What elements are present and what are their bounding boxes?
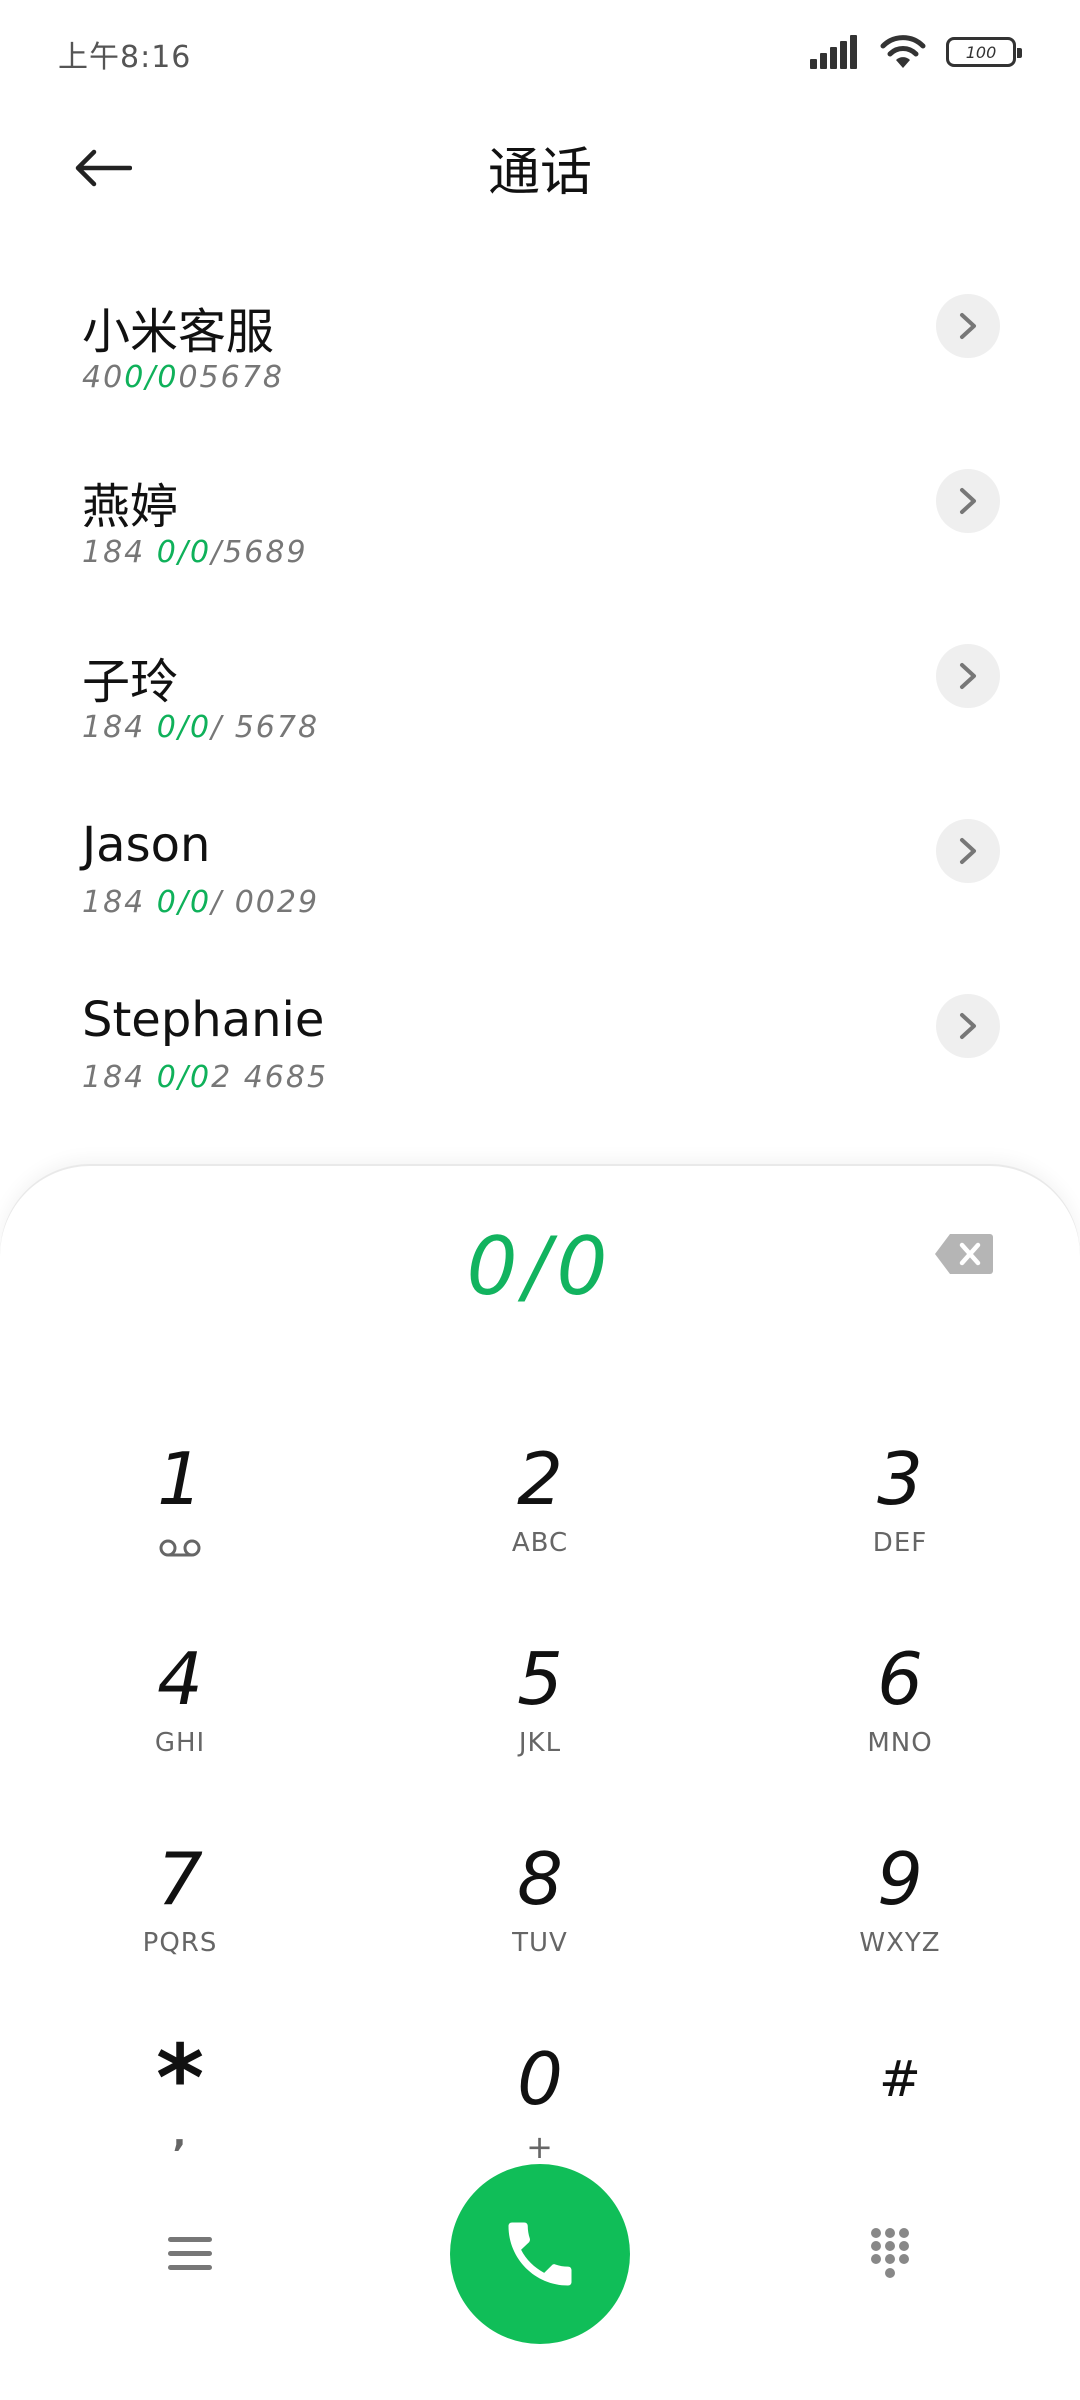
menu-icon <box>168 2237 212 2270</box>
number-match: 0/0 <box>156 535 212 570</box>
key-2[interactable]: 2 ABC <box>390 1436 690 1606</box>
chevron-right-icon <box>960 313 976 339</box>
wifi-icon <box>880 35 926 68</box>
key-digit: 0 <box>517 2037 563 2121</box>
chevron-right-icon <box>960 488 976 514</box>
contact-row[interactable]: Jason 184 0/0/ 0029 <box>0 787 1080 962</box>
page-title: 通话 <box>487 143 592 203</box>
number-match: 0/0 <box>156 1060 212 1095</box>
contact-name: 小米客服 <box>82 304 275 360</box>
contact-number: 184 0/0/ 0029 <box>82 885 320 920</box>
key-letters: , <box>172 2114 188 2155</box>
key-letters <box>750 2128 1050 2160</box>
dialer-screen: 上午8:16 100 通话 小米客服 400/005678 燕婷 184 0/0… <box>0 0 1080 2400</box>
signal-icon <box>810 35 857 69</box>
entered-number[interactable]: 0/0 <box>0 1220 1080 1313</box>
key-digit: 3 <box>877 1437 923 1521</box>
contact-details-button[interactable] <box>936 469 1000 533</box>
backspace-button[interactable] <box>934 1232 994 1276</box>
contact-details-button[interactable] <box>936 644 1000 708</box>
key-digit: 7 <box>157 1837 203 1921</box>
key-9[interactable]: 9 WXYZ <box>750 1836 1050 2006</box>
contact-number: 184 0/0/ 5678 <box>82 710 320 745</box>
key-letters: JKL <box>518 1728 562 1758</box>
key-4[interactable]: 4 GHI <box>30 1636 330 1806</box>
key-digit: 6 <box>877 1637 923 1721</box>
key-8[interactable]: 8 TUV <box>390 1836 690 2006</box>
contact-name: Stephanie <box>82 992 325 1048</box>
key-letters: GHI <box>154 1728 206 1758</box>
dialpad-toggle-button[interactable] <box>860 2224 920 2284</box>
key-6[interactable]: 6 MNO <box>750 1636 1050 1806</box>
key-letters: MNO <box>867 1728 933 1758</box>
voicemail-icon <box>159 1539 201 1557</box>
number-match: 0/0 <box>156 710 212 745</box>
key-1[interactable]: 1 <box>30 1436 330 1606</box>
menu-button[interactable] <box>160 2224 220 2284</box>
key-digit: 9 <box>877 1837 923 1921</box>
status-bar: 上午8:16 100 <box>0 0 1080 100</box>
key-letters: TUV <box>512 1928 568 1958</box>
key-letters <box>30 1528 330 1560</box>
key-letters: ABC <box>511 1528 569 1558</box>
key-digit: 4 <box>157 1637 203 1721</box>
key-letters: WXYZ <box>859 1928 941 1958</box>
call-button[interactable] <box>450 2164 630 2344</box>
bottom-actions <box>0 2164 1080 2344</box>
contact-number: 184 0/02 4685 <box>82 1060 329 1095</box>
contact-row[interactable]: 燕婷 184 0/0/5689 <box>0 437 1080 612</box>
key-digit: 1 <box>157 1437 203 1521</box>
key-letters: DEF <box>872 1528 928 1558</box>
chevron-right-icon <box>960 1013 976 1039</box>
contact-row[interactable]: 小米客服 400/005678 <box>0 262 1080 437</box>
number-match: 0/0 <box>156 885 212 920</box>
contact-details-button[interactable] <box>936 294 1000 358</box>
key-digit: 2 <box>517 1437 563 1521</box>
contact-row[interactable]: Stephanie 184 0/02 4685 <box>0 962 1080 1137</box>
contact-details-button[interactable] <box>936 994 1000 1058</box>
contact-name: 子玲 <box>82 654 179 710</box>
key-digit: 8 <box>517 1837 563 1921</box>
key-7[interactable]: 7 PQRS <box>30 1836 330 2006</box>
contact-number: 400/005678 <box>82 360 284 395</box>
dialpad-icon <box>871 2228 909 2278</box>
key-3[interactable]: 3 DEF <box>750 1436 1050 1606</box>
contact-row[interactable]: 子玲 184 0/0/ 5678 <box>0 612 1080 787</box>
backspace-icon <box>935 1234 993 1274</box>
phone-icon <box>508 2222 572 2286</box>
battery-icon: 100 <box>946 37 1022 67</box>
battery-level: 100 <box>965 42 997 62</box>
status-icons: 100 <box>810 32 1022 72</box>
key-5[interactable]: 5 JKL <box>390 1636 690 1806</box>
chevron-right-icon <box>960 663 976 689</box>
contact-number: 184 0/0/5689 <box>82 535 308 570</box>
chevron-right-icon <box>960 838 976 864</box>
contact-name: 燕婷 <box>82 479 179 535</box>
contact-list: 小米客服 400/005678 燕婷 184 0/0/5689 子玲 184 0… <box>0 262 1080 1137</box>
contact-details-button[interactable] <box>936 819 1000 883</box>
key-letters: PQRS <box>142 1928 218 1958</box>
key-letters: + <box>526 2128 554 2166</box>
key-digit: * <box>155 2025 205 2132</box>
header: 通话 <box>0 110 1080 220</box>
contact-name: Jason <box>82 817 211 873</box>
number-match: 0/0 <box>124 360 179 395</box>
key-digit: # <box>879 2050 921 2108</box>
key-digit: 5 <box>517 1637 563 1721</box>
status-time: 上午8:16 <box>58 40 192 75</box>
